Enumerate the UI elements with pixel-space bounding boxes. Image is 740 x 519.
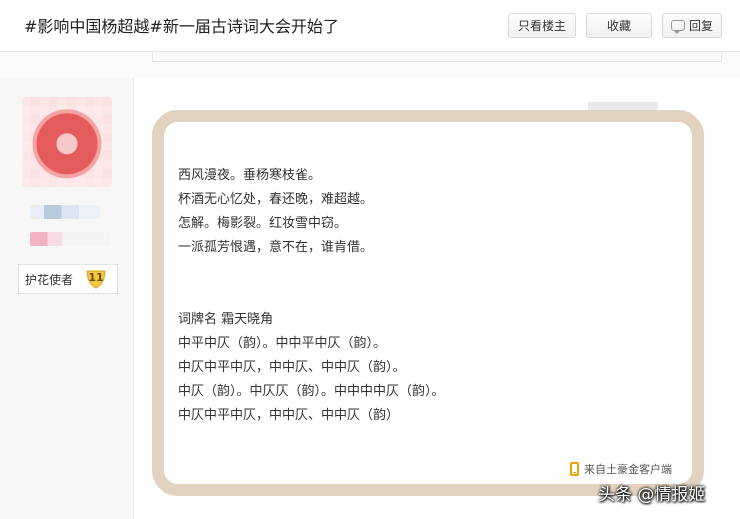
watermark: 头条 @情报姬 [598,485,706,505]
reply-button[interactable]: 回复 [662,13,722,38]
reply-icon [670,20,685,34]
author-badge[interactable]: 护花使者 11 [18,264,118,294]
only-op-button[interactable]: 只看楼主 [508,13,576,38]
avatar[interactable] [22,97,112,187]
author-level-blurred [30,232,110,246]
cipai-title: 词牌名 霜天晓角 [178,312,274,327]
badge-level-number: 11 [88,271,104,284]
shield-badge-icon: 11 [85,268,107,290]
post-content: 西风漫夜。垂杨寒枝雀。 杯酒无心忆处，春还晚，难超越。 怎解。梅影裂。红妆雪中窃… [178,164,678,428]
tone-pattern-line: 中仄中平中仄，中中仄、中中仄（韵）。 [178,360,406,375]
post-source[interactable]: 来自土豪金客户端 [570,461,672,477]
reply-button-label: 回复 [688,19,713,33]
author-name-blurred[interactable] [30,205,100,219]
poem-line: 一派孤芳恨遇，意不在，谁肯借。 [178,240,374,255]
thread-header: #影响中国杨超越#新一届古诗词大会开始了 只看楼主 收藏 回复 [0,0,740,52]
tone-pattern-line: 中平中仄（韵）。中中平中仄（韵）。 [178,336,387,351]
poem-line: 西风漫夜。垂杨寒枝雀。 [178,168,322,183]
poem-line: 怎解。梅影裂。红妆雪中窃。 [178,216,348,231]
thread-title: #影响中国杨超越#新一届古诗词大会开始了 [24,17,339,36]
post-source-label: 来自土豪金客户端 [584,463,672,476]
badge-label: 护花使者 [25,272,74,287]
favorite-button[interactable]: 收藏 [586,13,652,38]
phone-icon [570,462,579,476]
tone-pattern-line: 中仄（韵）。中仄仄（韵）。中中中中仄（韵）。 [178,384,445,399]
previous-post-edge [152,52,722,62]
tone-pattern-line: 中仄中平中仄，中中仄、中中仄（韵） [178,408,400,423]
poem-line: 杯酒无心忆处，春还晚，难超越。 [178,192,374,207]
